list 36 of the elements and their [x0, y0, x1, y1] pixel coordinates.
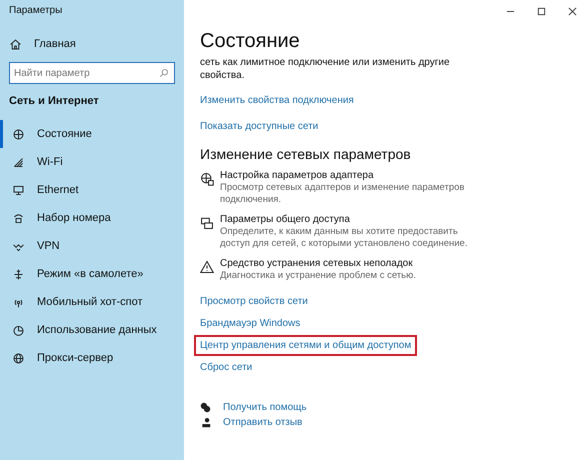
search-field[interactable]: Найти параметр — [9, 62, 175, 84]
page-title: Состояние — [200, 30, 301, 53]
link[interactable]: Просмотр свойств сети — [200, 296, 308, 306]
tool-title[interactable]: Параметры общего доступа — [220, 214, 490, 225]
tool-icon — [200, 260, 214, 274]
sidebar-item[interactable]: Использование данных — [0, 316, 184, 344]
person-icon — [200, 417, 211, 428]
search-icon — [159, 68, 169, 78]
sidebar-item[interactable]: Режим «в самолете» — [0, 260, 184, 288]
home-link[interactable]: Главная — [0, 22, 184, 54]
help-link[interactable]: Получить помощь — [223, 402, 307, 413]
link[interactable]: Изменить свойства подключения — [200, 95, 354, 106]
section-heading: Изменение сетевых параметров — [200, 146, 412, 162]
link[interactable]: Показать доступные сети — [200, 121, 318, 132]
tool-icon — [200, 216, 214, 230]
tool-description: Определите, к каким данным вы хотите предоставить доступ для сетей, с которыми установлено соединение. — [220, 226, 468, 250]
sidebar-item[interactable]: Wi-Fi — [0, 148, 184, 176]
tool-title[interactable]: Средство устранения сетевых неполадок — [220, 258, 490, 269]
chat-icon — [200, 402, 211, 413]
help-link[interactable]: Отправить отзыв — [223, 417, 302, 428]
link[interactable]: Брандмауэр Windows — [200, 318, 300, 328]
window-title: Параметры — [8, 4, 64, 18]
sidebar-item[interactable]: Набор номера — [0, 204, 184, 232]
tool-title[interactable]: Настройка параметров адаптера — [220, 170, 490, 181]
link[interactable]: Центр управления сетями и общим доступом — [194, 334, 418, 356]
tool-icon — [200, 172, 214, 186]
tool-description: Диагностика и устранение проблем с сетью. — [220, 270, 417, 282]
link[interactable]: Сброс сети — [200, 362, 252, 372]
sidebar-item[interactable]: VPN — [0, 232, 184, 260]
home-icon — [9, 38, 22, 50]
sidebar-item[interactable]: Прокси-сервер — [0, 344, 184, 372]
section-heading: Сеть и Интернет — [8, 94, 100, 109]
tool-description: Просмотр сетевых адаптеров и изменение параметров подключения. — [220, 182, 466, 206]
sidebar-item[interactable]: Ethernet — [0, 176, 184, 204]
sidebar-item[interactable]: Мобильный хот-спот — [0, 288, 184, 316]
intro-text: сеть как лимитное подключение или изменить другие свойства. — [200, 56, 450, 82]
